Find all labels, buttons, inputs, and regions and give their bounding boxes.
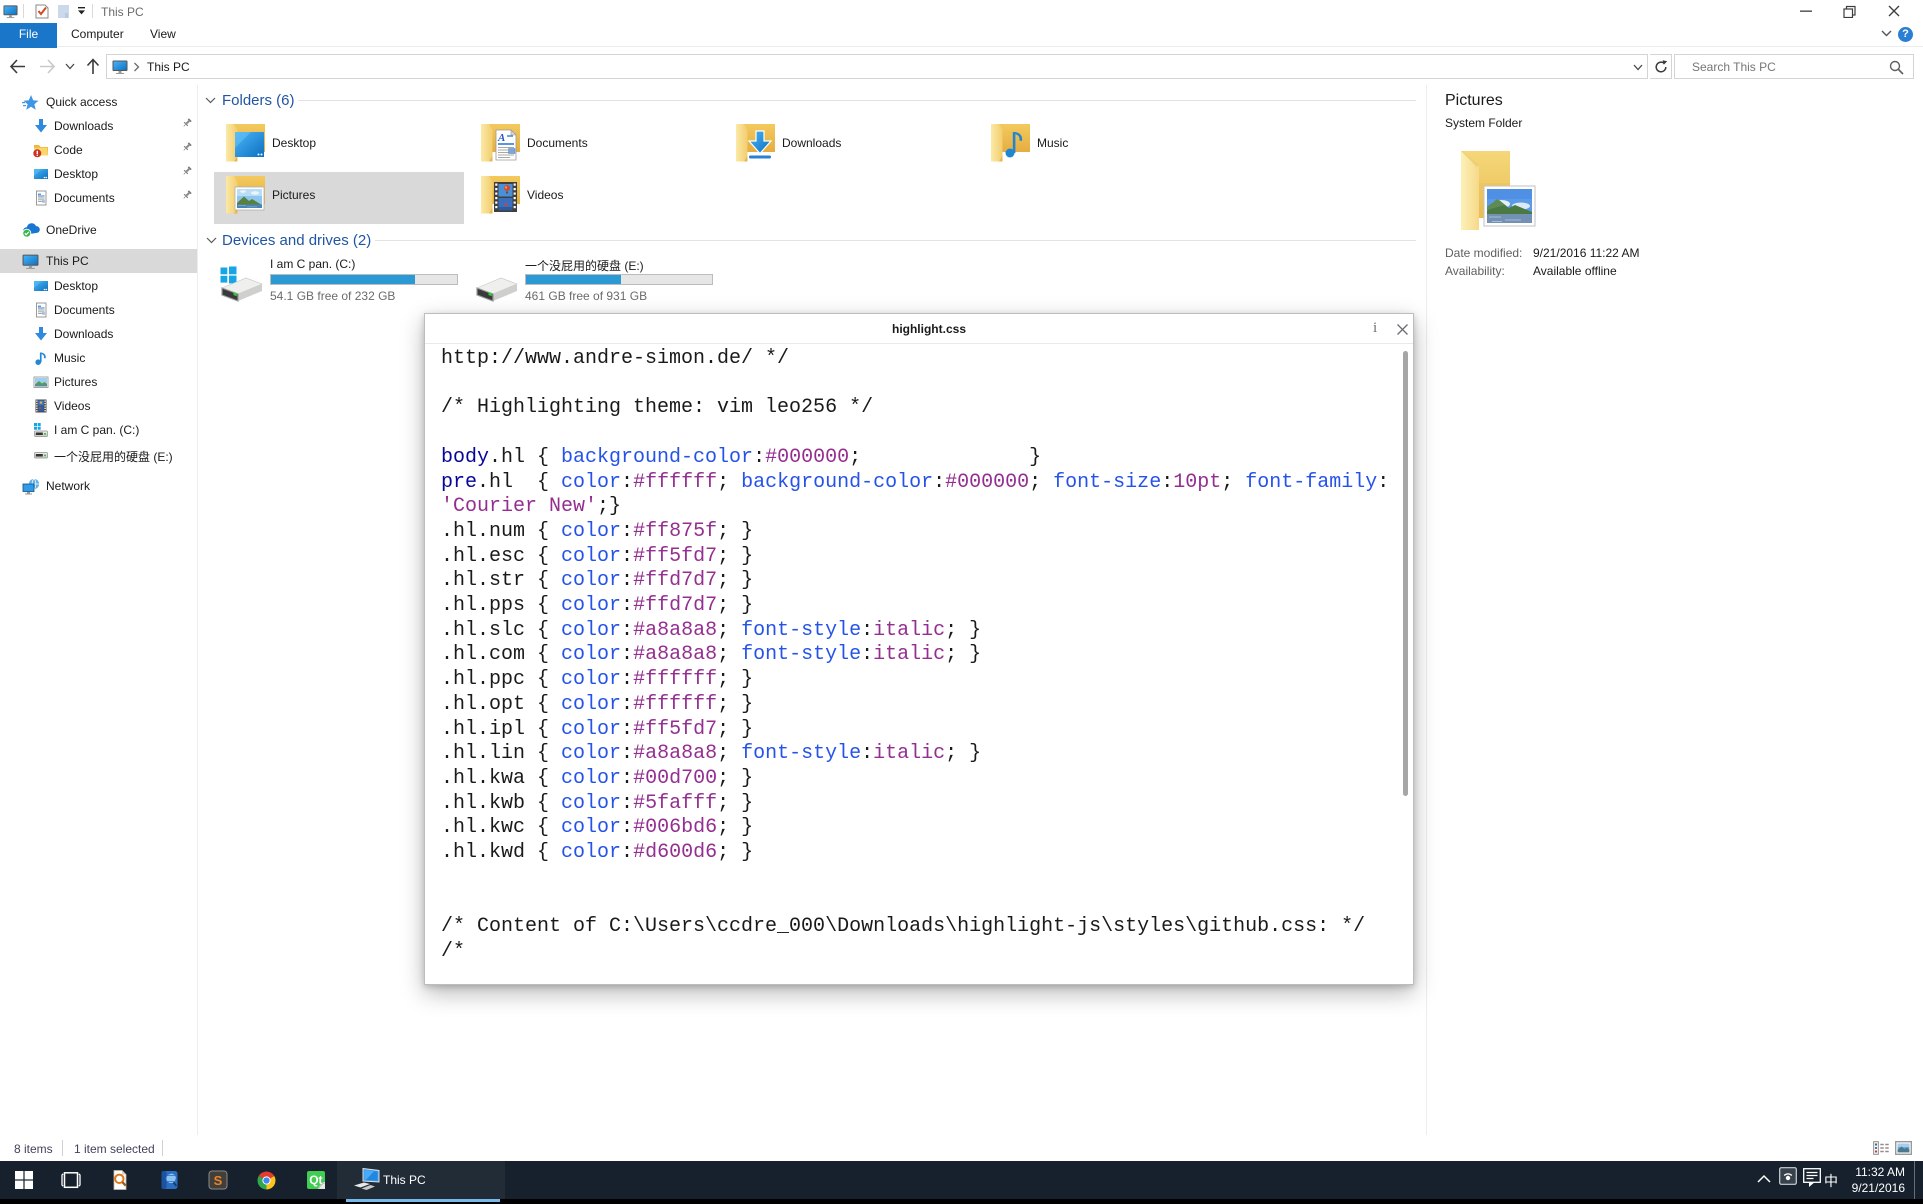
svg-text:S: S bbox=[214, 1173, 223, 1188]
svg-text:A: A bbox=[497, 132, 505, 144]
